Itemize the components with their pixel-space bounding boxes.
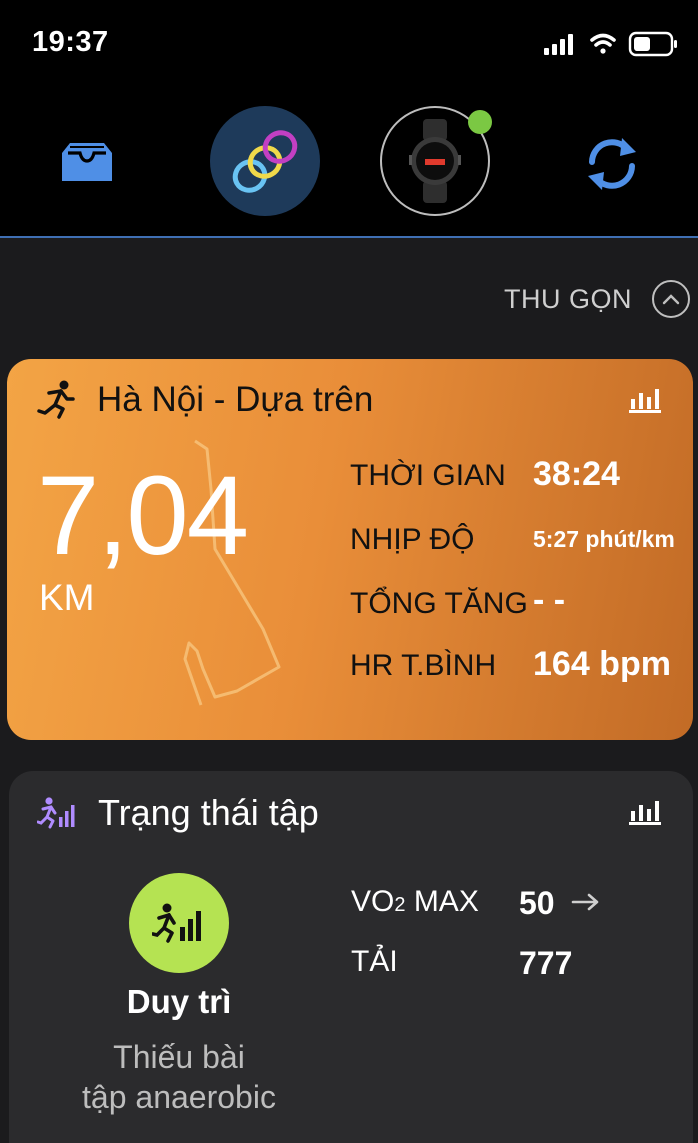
top-header: 19:37 (0, 0, 698, 237)
training-status-card[interactable]: Trạng thái tập Duy trì Thiếu bài tập ana… (9, 771, 693, 1143)
vo2max-label-main: VO (351, 885, 395, 918)
activity-card[interactable]: Hà Nội - Dựa trên 7,04 KM THỜI GIAN 38:2… (7, 359, 693, 740)
load-value: 777 (519, 945, 573, 981)
training-status-icon (37, 797, 75, 829)
chevron-up-icon (652, 280, 690, 318)
connect-button[interactable] (210, 106, 320, 216)
stat-value-pace: 5:27 phút/km (533, 526, 675, 552)
device-connected-indicator (468, 110, 492, 134)
sync-icon (588, 138, 636, 190)
collapse-button[interactable]: THU GỌN (504, 280, 690, 318)
connect-icon (232, 130, 298, 193)
watch-icon (409, 119, 461, 203)
bar-chart-icon[interactable] (629, 387, 661, 413)
status-time: 19:37 (32, 26, 109, 58)
maintaining-icon (152, 903, 201, 943)
training-status-badge (129, 873, 229, 973)
distance-value: 7,04 (37, 453, 249, 578)
device-button[interactable] (380, 106, 492, 216)
sync-button[interactable] (580, 132, 644, 196)
activity-title: Hà Nội - Dựa trên (97, 380, 374, 419)
collapse-label: THU GỌN (504, 283, 632, 314)
stat-label-elevation: TỔNG TĂNG (350, 587, 528, 620)
stat-value-elevation: - - (533, 581, 566, 619)
arrow-right-icon (571, 893, 599, 911)
stat-label-pace: NHỊP ĐỘ (350, 523, 475, 556)
training-status-description: Thiếu bài tập anaerobic (9, 1037, 349, 1117)
vo2max-label: VO2 MAX (351, 885, 479, 919)
distance-unit: KM (39, 577, 95, 618)
description-line-1: Thiếu bài (113, 1039, 245, 1075)
app-screen: 19:37 THU GỌN Hà Nội - Dựa trên 7,04 KM … (0, 0, 698, 1143)
vo2max-label-sub: 2 (394, 894, 406, 916)
training-status-value: Duy trì (126, 983, 232, 1020)
load-label: TẢI (351, 945, 398, 978)
inbox-button[interactable] (55, 130, 119, 194)
bar-chart-icon[interactable] (629, 799, 661, 825)
battery-icon (628, 31, 677, 57)
vo2max-label-rest: MAX (405, 885, 479, 918)
stat-label-avg-hr: HR T.BÌNH (350, 649, 497, 682)
header-divider (0, 236, 698, 238)
vo2max-value: 50 (519, 885, 555, 921)
status-bar-icons (544, 31, 677, 57)
training-status-title: Trạng thái tập (98, 792, 319, 833)
running-icon (37, 380, 75, 419)
stat-label-time: THỜI GIAN (350, 459, 506, 492)
inbox-icon (62, 143, 112, 181)
signal-icon (544, 34, 573, 55)
wifi-icon (590, 33, 616, 54)
stat-value-time: 38:24 (533, 455, 620, 493)
description-line-2: tập anaerobic (82, 1079, 276, 1115)
stat-value-avg-hr: 164 bpm (533, 645, 671, 683)
